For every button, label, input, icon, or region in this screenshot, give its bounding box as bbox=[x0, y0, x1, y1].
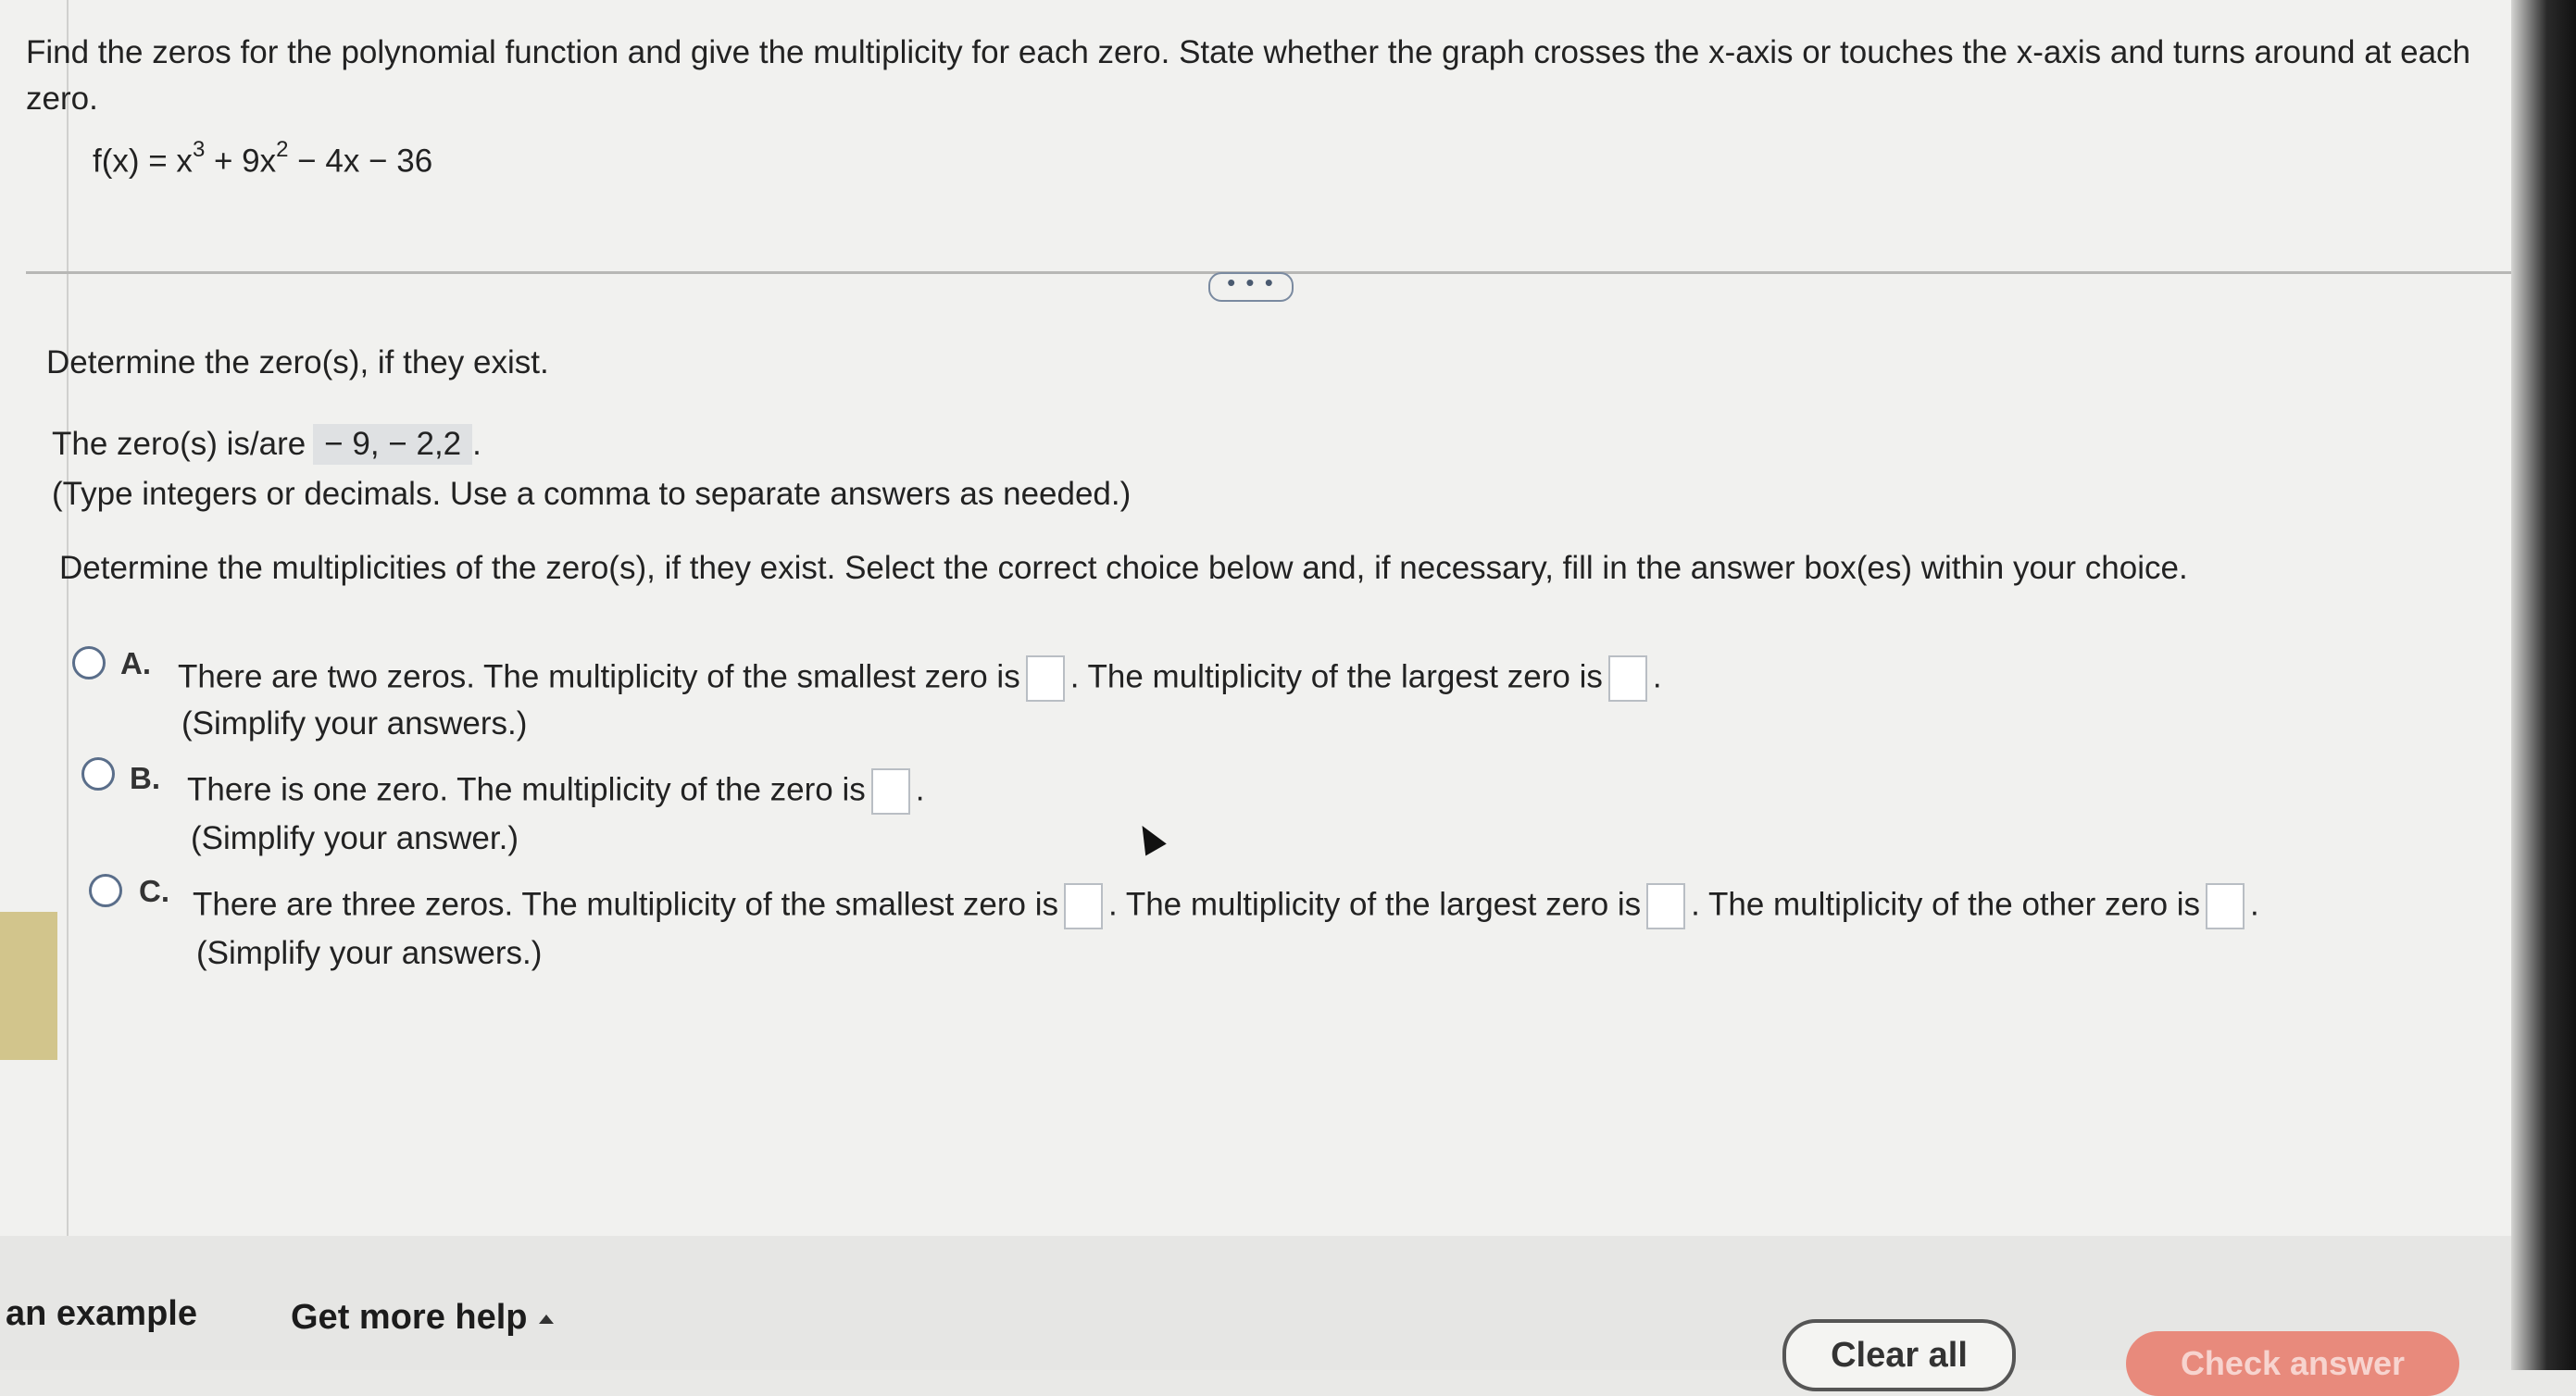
question-panel bbox=[0, 0, 2537, 1236]
formula-exponent-3: 3 bbox=[192, 137, 206, 162]
choice-c-hint: (Simplify your answers.) bbox=[196, 935, 543, 971]
choice-a-letter: A. bbox=[120, 646, 151, 680]
zeros-answer-prefix: The zero(s) is/are bbox=[52, 426, 306, 462]
choice-b-end: . bbox=[915, 771, 925, 808]
choice-b-text-1: There is one zero. The multiplicity of t… bbox=[187, 771, 866, 808]
get-more-help-label: Get more help bbox=[291, 1298, 528, 1337]
choice-c-end: . bbox=[2250, 886, 2259, 923]
question-prompt: Find the zeros for the polynomial functi… bbox=[26, 34, 2471, 117]
formula-lhs: f(x) = x bbox=[93, 143, 193, 180]
choice-c-other-box[interactable] bbox=[2206, 883, 2245, 929]
choice-a-smallest-box[interactable] bbox=[1025, 655, 1065, 702]
choice-c-largest-box[interactable] bbox=[1646, 883, 1686, 929]
formula-exponent-2: 2 bbox=[276, 137, 289, 162]
choice-b-hint: (Simplify your answer.) bbox=[191, 820, 519, 856]
part2-heading: Determine the multiplicities of the zero… bbox=[59, 550, 2188, 586]
choice-a-radio[interactable] bbox=[72, 646, 106, 679]
zeros-hint: (Type integers or decimals. Use a comma … bbox=[52, 476, 1132, 512]
screen-edge bbox=[2511, 0, 2576, 1370]
choice-c-smallest-box[interactable] bbox=[1064, 883, 1104, 929]
choice-c-text-1: There are three zeros. The multiplicity … bbox=[193, 886, 1059, 923]
choice-a-text: There are two zeros. The multiplicity of… bbox=[178, 655, 1662, 702]
choice-c-text: There are three zeros. The multiplicity … bbox=[193, 883, 2259, 929]
choice-b-box[interactable] bbox=[870, 768, 910, 815]
part1-heading: Determine the zero(s), if they exist. bbox=[46, 344, 549, 380]
more-options-button[interactable]: • • • bbox=[1208, 270, 1294, 302]
choice-b-text: There is one zero. The multiplicity of t… bbox=[187, 768, 924, 815]
zeros-answer-period: . bbox=[472, 426, 481, 462]
check-answer-button[interactable]: Check answer bbox=[2126, 1331, 2459, 1396]
zeros-answer-line: The zero(s) is/are − 9, − 2,2. bbox=[52, 424, 481, 465]
choice-c-letter: C. bbox=[139, 874, 169, 908]
formula-rhs: − 4x − 36 bbox=[288, 143, 433, 180]
choice-a-largest-box[interactable] bbox=[1607, 655, 1647, 702]
choice-a-hint: (Simplify your answers.) bbox=[181, 705, 528, 742]
zeros-answer-field[interactable]: − 9, − 2,2 bbox=[313, 424, 473, 465]
choice-c-text-3: . The multiplicity of the other zero is bbox=[1691, 886, 2201, 923]
panel-border-line bbox=[67, 0, 69, 1236]
choice-a-text-1: There are two zeros. The multiplicity of… bbox=[178, 658, 1020, 695]
choice-a-text-2: . The multiplicity of the largest zero i… bbox=[1069, 658, 1603, 695]
clear-all-button[interactable]: Clear all bbox=[1782, 1319, 2016, 1391]
choice-c-text-2: . The multiplicity of the largest zero i… bbox=[1108, 886, 1642, 923]
choice-a-end: . bbox=[1652, 658, 1662, 695]
choice-b-radio[interactable] bbox=[81, 757, 115, 791]
choice-b-letter: B. bbox=[130, 761, 160, 795]
caret-up-icon bbox=[538, 1314, 554, 1324]
side-tab[interactable] bbox=[0, 912, 57, 1060]
get-more-help-link[interactable]: Get more help bbox=[291, 1298, 554, 1338]
formula-mid: + 9x bbox=[205, 143, 277, 180]
example-link[interactable]: an example bbox=[6, 1294, 197, 1334]
polynomial-formula: f(x) = x3 + 9x2 − 4x − 36 bbox=[93, 137, 433, 181]
choice-c-radio[interactable] bbox=[89, 874, 122, 907]
